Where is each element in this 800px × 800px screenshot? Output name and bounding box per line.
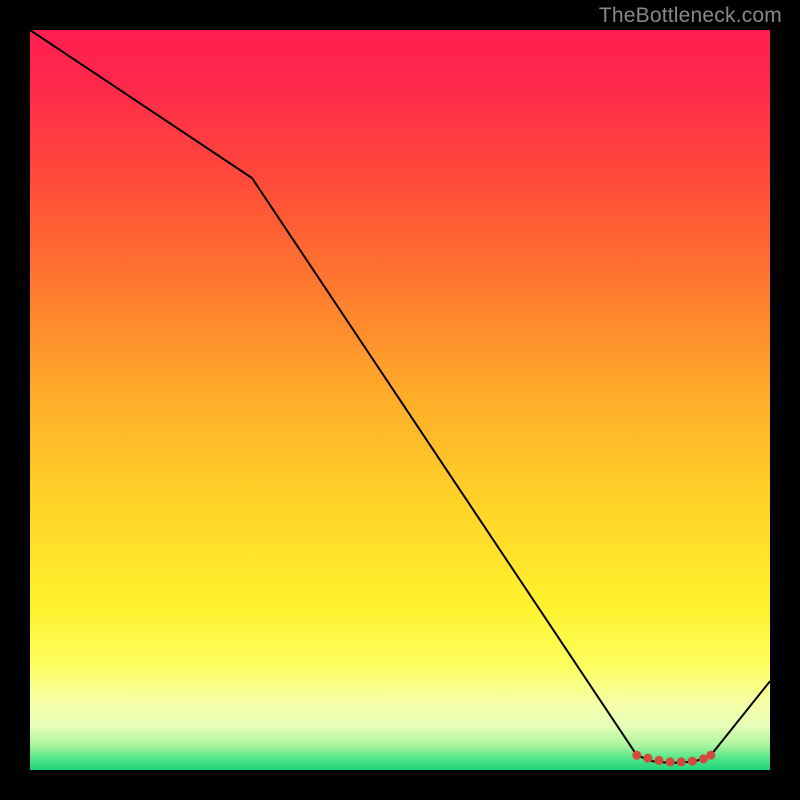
highlight-marker xyxy=(666,757,675,766)
watermark-text: TheBottleneck.com xyxy=(599,4,782,28)
highlight-marker xyxy=(643,754,652,763)
plot-frame xyxy=(30,30,770,770)
highlight-marker xyxy=(677,757,686,766)
highlight-marker xyxy=(655,756,664,765)
bottleneck-curve xyxy=(30,30,770,763)
highlight-marker xyxy=(688,757,697,766)
highlight-marker xyxy=(632,751,641,760)
plot-line-svg xyxy=(30,30,770,770)
highlight-marker xyxy=(706,751,715,760)
chart-container: TheBottleneck.com xyxy=(0,0,800,800)
